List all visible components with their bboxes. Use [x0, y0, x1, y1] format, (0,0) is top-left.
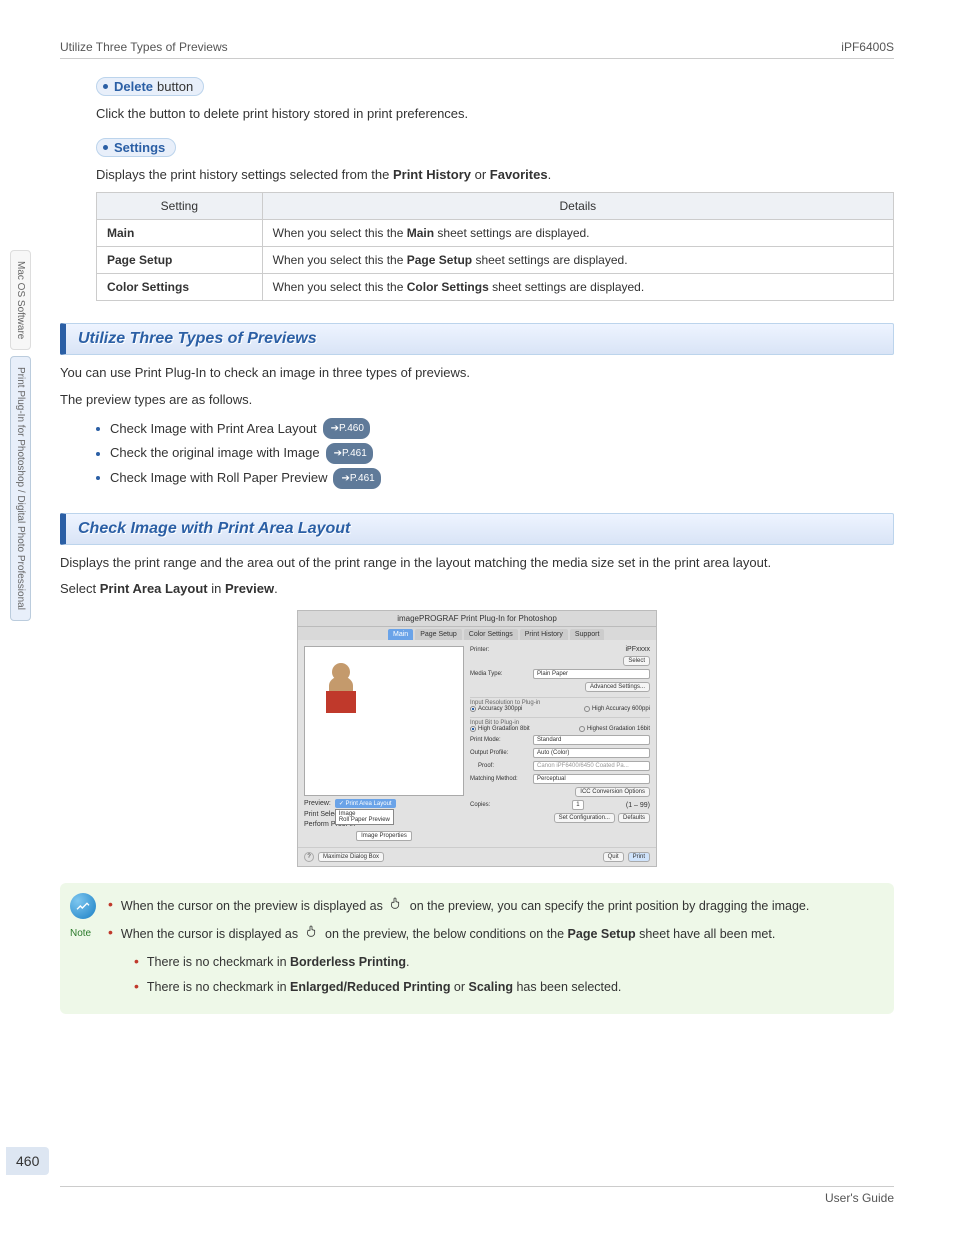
- screenshot-dialog: imagePROGRAF Print Plug-In for Photoshop…: [297, 610, 657, 867]
- table-row: Color SettingsWhen you select this the C…: [97, 274, 894, 301]
- preview-area[interactable]: [304, 646, 464, 796]
- dropdown-options: Image Roll Paper Preview: [335, 809, 394, 825]
- help-icon[interactable]: ?: [304, 852, 314, 862]
- dropdown-option[interactable]: Roll Paper Preview: [339, 817, 390, 823]
- section-title: Utilize Three Types of Previews: [78, 330, 317, 347]
- bullet-icon: [96, 427, 100, 431]
- tab-page-setup[interactable]: Page Setup: [415, 629, 462, 640]
- page-ref-pill[interactable]: ➔P.461: [333, 468, 380, 489]
- radio-600ppi[interactable]: High Accuracy 600ppi: [584, 706, 650, 712]
- bullet-icon: [96, 452, 100, 456]
- section-title: Check Image with Print Area Layout: [78, 520, 350, 537]
- th-setting: Setting: [97, 193, 263, 220]
- matching-select[interactable]: Perceptual: [533, 774, 650, 784]
- settings-table: SettingDetails MainWhen you select this …: [96, 192, 894, 301]
- preview-label: Preview:: [304, 800, 331, 807]
- media-select[interactable]: Plain Paper: [533, 669, 650, 679]
- bullet-icon: •: [134, 977, 139, 998]
- bullet-dot-icon: [103, 84, 108, 89]
- list-item: Check the original image with Image➔P.46…: [96, 441, 894, 466]
- delete-label-bold: Delete: [114, 79, 153, 94]
- radio-300ppi[interactable]: Accuracy 300ppi: [470, 706, 522, 712]
- settings-header: Settings: [96, 138, 176, 157]
- list-item: Check Image with Roll Paper Preview➔P.46…: [96, 466, 894, 491]
- image-properties-button[interactable]: Image Properties: [356, 831, 412, 841]
- quit-button[interactable]: Quit: [603, 852, 624, 862]
- table-row: MainWhen you select this the Main sheet …: [97, 220, 894, 247]
- bullet-icon: •: [134, 952, 139, 973]
- settings-desc: Displays the print history settings sele…: [96, 165, 894, 185]
- bullet-icon: •: [108, 923, 113, 946]
- s1-p2: The preview types are as follows.: [60, 390, 894, 411]
- header-right: iPF6400S: [841, 40, 894, 54]
- preview-image: [321, 663, 361, 713]
- dialog-title: imagePROGRAF Print Plug-In for Photoshop: [298, 611, 656, 627]
- th-details: Details: [262, 193, 893, 220]
- select-button[interactable]: Select: [623, 656, 650, 666]
- proof-select: Canon iPF6400/6450 Coated Pa...: [533, 761, 650, 771]
- delete-header: Delete button: [96, 77, 204, 96]
- footer: User's Guide: [60, 1186, 894, 1205]
- dialog-tabs: Main Page Setup Color Settings Print His…: [298, 627, 656, 640]
- set-config-button[interactable]: Set Configuration...: [554, 813, 615, 823]
- preview-dropdown[interactable]: ✓ Print Area Layout: [335, 799, 396, 808]
- hand-cursor-icon: [304, 923, 320, 946]
- note-box: Note •When the cursor on the preview is …: [60, 883, 894, 1014]
- note-label: Note: [70, 925, 91, 942]
- settings-label-bold: Settings: [114, 140, 165, 155]
- maximize-button[interactable]: Maximize Dialog Box: [318, 852, 384, 862]
- bullet-icon: [96, 476, 100, 480]
- delete-label-plain: button: [157, 79, 193, 94]
- page-ref-pill[interactable]: ➔P.460: [323, 418, 370, 439]
- page-header: Utilize Three Types of Previews iPF6400S: [60, 40, 894, 59]
- icc-button[interactable]: ICC Conversion Options: [575, 787, 650, 797]
- radio-16bit[interactable]: Highest Gradation 16bit: [579, 726, 650, 732]
- defaults-button[interactable]: Defaults: [618, 813, 650, 823]
- bullet-dot-icon: [103, 145, 108, 150]
- tab-main[interactable]: Main: [388, 629, 413, 640]
- bullet-icon: •: [108, 895, 113, 918]
- header-left: Utilize Three Types of Previews: [60, 40, 228, 54]
- note-icon: [70, 893, 96, 919]
- delete-desc: Click the button to delete print history…: [96, 104, 894, 124]
- section-check-image: Check Image with Print Area Layout: [60, 513, 894, 545]
- page-ref-pill[interactable]: ➔P.461: [326, 443, 373, 464]
- tab-color[interactable]: Color Settings: [464, 629, 518, 640]
- section-previews: Utilize Three Types of Previews: [60, 323, 894, 355]
- print-mode-select[interactable]: Standard: [533, 735, 650, 745]
- tab-history[interactable]: Print History: [520, 629, 568, 640]
- output-profile-select[interactable]: Auto (Color): [533, 748, 650, 758]
- tab-support[interactable]: Support: [570, 629, 605, 640]
- table-row: Page SetupWhen you select this the Page …: [97, 247, 894, 274]
- page-number: 460: [6, 1147, 49, 1175]
- s1-p1: You can use Print Plug-In to check an im…: [60, 363, 894, 384]
- s2-p1: Displays the print range and the area ou…: [60, 553, 894, 574]
- print-button[interactable]: Print: [628, 852, 650, 862]
- copies-input[interactable]: 1: [572, 800, 583, 810]
- s2-p2: Select Print Area Layout in Preview.: [60, 579, 894, 600]
- list-item: Check Image with Print Area Layout➔P.460: [96, 417, 894, 442]
- preview-list: Check Image with Print Area Layout➔P.460…: [96, 417, 894, 491]
- hand-cursor-icon: [388, 895, 404, 918]
- radio-8bit[interactable]: High Gradation 8bit: [470, 726, 530, 732]
- advanced-button[interactable]: Advanced Settings...: [585, 682, 650, 692]
